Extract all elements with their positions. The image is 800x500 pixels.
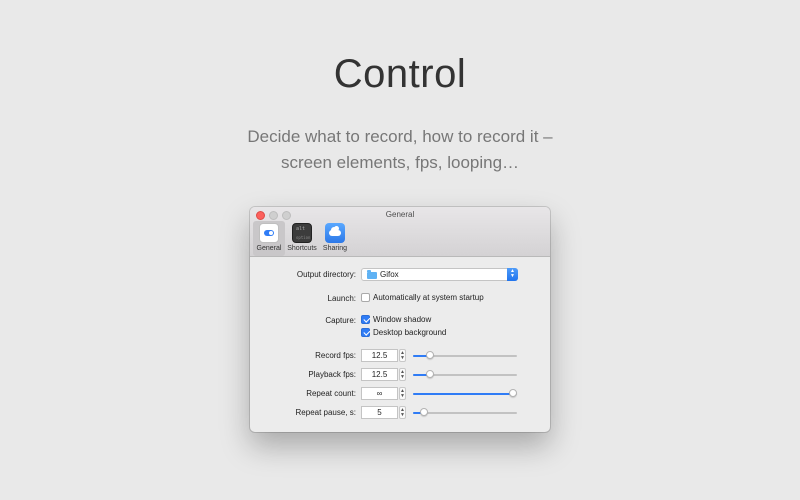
preferences-window: General General alt option Shortcuts Sha… — [250, 207, 550, 432]
output-directory-select[interactable]: Gifox ▲ ▼ — [361, 268, 518, 281]
launch-at-startup-text: Automatically at system startup — [373, 293, 484, 302]
window-title: General — [385, 210, 415, 219]
keyboard-icon: alt option — [292, 223, 312, 243]
hero-subtitle: Decide what to record, how to record it … — [0, 124, 800, 176]
record-fps-field[interactable]: 12.5 — [361, 349, 398, 362]
checkbox-box — [361, 328, 370, 337]
hero-title: Control — [333, 52, 467, 96]
desktop-background-checkbox[interactable]: Desktop background — [361, 328, 446, 337]
slider-knob[interactable] — [426, 351, 435, 359]
tab-sharing-label: Sharing — [322, 245, 348, 252]
tab-shortcuts-label: Shortcuts — [287, 245, 317, 252]
repeat-count-label: Repeat count: — [306, 389, 356, 398]
capture-label: Capture: — [325, 316, 356, 325]
playback-fps-field[interactable]: 12.5 — [361, 368, 398, 381]
launch-at-startup-checkbox[interactable]: Automatically at system startup — [361, 293, 484, 302]
folder-icon — [367, 270, 377, 279]
general-settings-panel: Output directory: Gifox ▲ ▼ Launch: Autom… — [250, 257, 550, 431]
tab-general-label: General — [256, 245, 282, 252]
repeat-count-slider[interactable] — [413, 389, 517, 398]
launch-label: Launch: — [327, 294, 356, 303]
output-directory-value: Gifox — [380, 270, 399, 279]
record-fps-stepper[interactable]: ▲ ▼ — [399, 349, 406, 362]
checkbox-box — [361, 293, 370, 302]
repeat-pause-slider[interactable] — [413, 408, 517, 417]
playback-fps-stepper[interactable]: ▲ ▼ — [399, 368, 406, 381]
playback-fps-slider[interactable] — [413, 370, 517, 379]
slider-knob[interactable] — [419, 408, 428, 416]
repeat-count-stepper[interactable]: ▲ ▼ — [399, 387, 406, 400]
checkbox-box — [361, 315, 370, 324]
preferences-tabs: General alt option Shortcuts Sharing — [253, 221, 351, 256]
repeat-pause-stepper[interactable]: ▲ ▼ — [399, 406, 406, 419]
chevron-up-down-icon: ▲ ▼ — [507, 268, 518, 281]
tab-sharing[interactable]: Sharing — [319, 221, 351, 256]
desktop-background-text: Desktop background — [373, 328, 447, 337]
playback-fps-label: Playback fps: — [308, 370, 356, 379]
repeat-pause-label: Repeat pause, s: — [295, 408, 356, 417]
repeat-pause-field[interactable]: 5 — [361, 406, 398, 419]
tab-general[interactable]: General — [253, 221, 285, 256]
repeat-count-field[interactable]: ∞ — [361, 387, 398, 400]
record-fps-slider[interactable] — [413, 351, 517, 360]
slider-knob[interactable] — [426, 370, 435, 378]
window-shadow-text: Window shadow — [373, 315, 432, 324]
hero-subtitle-line-1: Decide what to record, how to record it … — [247, 127, 553, 146]
window-shadow-checkbox[interactable]: Window shadow — [361, 315, 431, 324]
output-directory-label: Output directory: — [296, 270, 356, 279]
hero-subtitle-line-2: screen elements, fps, looping… — [280, 153, 520, 172]
toggle-switch-icon — [259, 223, 279, 243]
slider-knob[interactable] — [509, 389, 517, 397]
cloud-icon — [325, 223, 345, 243]
tab-shortcuts[interactable]: alt option Shortcuts — [286, 221, 318, 256]
window-toolbar: General General alt option Shortcuts Sha… — [250, 207, 550, 257]
record-fps-label: Record fps: — [315, 351, 356, 360]
